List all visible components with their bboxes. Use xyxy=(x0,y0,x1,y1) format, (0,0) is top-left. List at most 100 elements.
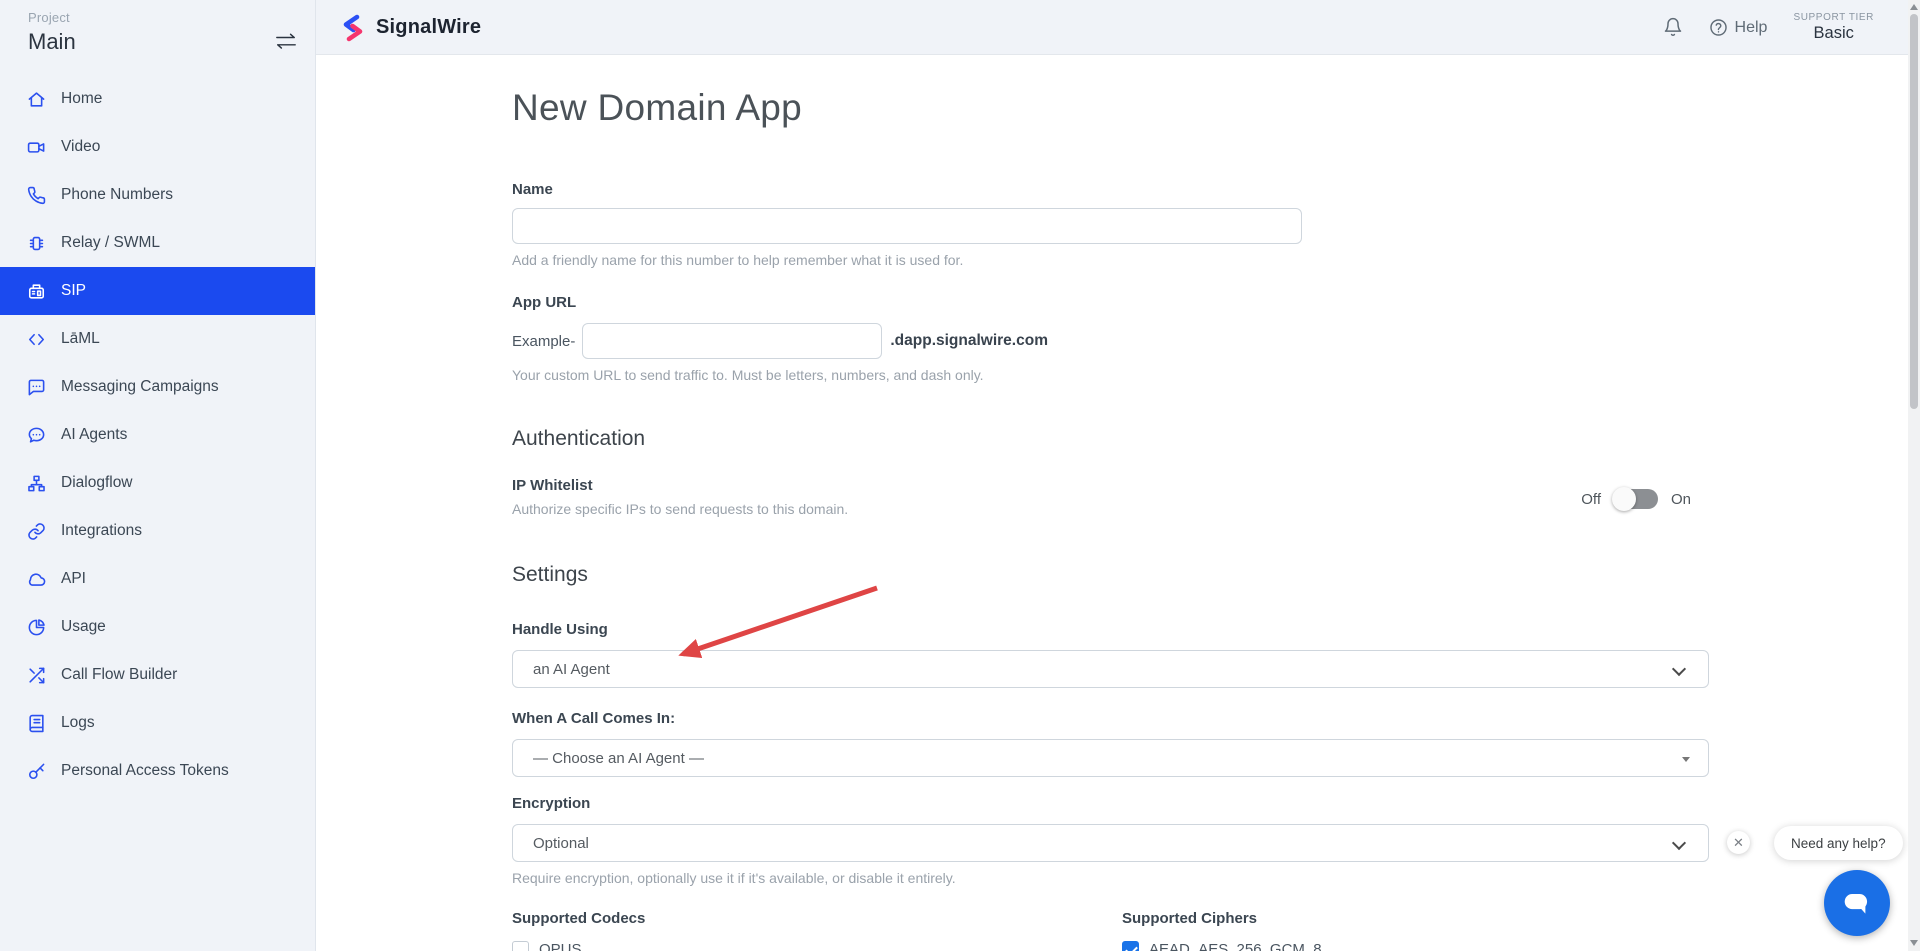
handle-using-select[interactable]: an AI Agent xyxy=(512,650,1709,688)
encryption-helper: Require encryption, optionally use it if… xyxy=(512,870,1709,886)
chevron-down-icon xyxy=(1672,836,1686,850)
shuffle-icon xyxy=(27,666,46,685)
sidebar-item-dialogflow[interactable]: Dialogflow xyxy=(0,459,315,507)
sidebar-item-label: SIP xyxy=(61,282,86,300)
call-comes-in-value: — Choose an AI Agent — xyxy=(533,750,704,767)
sidebar-item-api[interactable]: API xyxy=(0,555,315,603)
sidebar-item-messaging-campaigns[interactable]: Messaging Campaigns xyxy=(0,363,315,411)
supported-ciphers-label: Supported Ciphers xyxy=(1122,910,1257,927)
supported-codecs-label: Supported Codecs xyxy=(512,910,645,927)
ip-whitelist-toggle[interactable] xyxy=(1614,489,1658,509)
support-tier: SUPPORT TIER Basic xyxy=(1793,12,1874,42)
call-comes-in-label: When A Call Comes In: xyxy=(512,710,1709,727)
sidebar-item-ai-agents[interactable]: AI Agents xyxy=(0,411,315,459)
help-label: Help xyxy=(1735,19,1768,37)
codec-option-opus[interactable]: OPUS xyxy=(512,941,1122,951)
home-icon xyxy=(27,90,46,109)
sidebar-item-phone-numbers[interactable]: Phone Numbers xyxy=(0,171,315,219)
sidebar-item-label: Home xyxy=(61,90,102,108)
encryption-label: Encryption xyxy=(512,795,1709,812)
ip-whitelist-toggle-group: Off On xyxy=(1581,481,1691,517)
name-field-group: Name Add a friendly name for this number… xyxy=(512,181,1709,268)
sidebar-item-usage[interactable]: Usage xyxy=(0,603,315,651)
name-helper: Add a friendly name for this number to h… xyxy=(512,252,1709,268)
sidebar-item-label: API xyxy=(61,570,86,588)
authentication-heading: Authentication xyxy=(512,427,1709,451)
sidebar-item-label: Relay / SWML xyxy=(61,234,160,252)
cipher-option-aead[interactable]: AEAD_AES_256_GCM_8 xyxy=(1122,941,1709,951)
scrollbar-thumb[interactable] xyxy=(1910,14,1918,409)
encryption-field-group: Encryption Optional Require encryption, … xyxy=(512,795,1709,886)
cipher-option-label: AEAD_AES_256_GCM_8 xyxy=(1149,941,1322,951)
sidebar-item-label: AI Agents xyxy=(61,426,127,444)
ip-whitelist-helper: Authorize specific IPs to send requests … xyxy=(512,501,848,517)
codec-option-label: OPUS xyxy=(539,941,582,951)
sidebar-nav: Home Video Phone Numbers Relay / SWML SI… xyxy=(0,75,315,795)
sidebar-item-label: Integrations xyxy=(61,522,142,540)
signalwire-logo-icon xyxy=(340,14,366,42)
app-url-prefix: Example- xyxy=(512,333,575,350)
cloud-icon xyxy=(27,570,46,589)
sidebar-item-label: LāML xyxy=(61,330,100,348)
ip-whitelist-row: IP Whitelist Authorize specific IPs to s… xyxy=(512,477,1709,517)
sidebar-item-sip[interactable]: SIP xyxy=(0,267,315,315)
chevron-down-icon xyxy=(1672,662,1686,676)
help-button[interactable]: Help xyxy=(1709,18,1768,37)
notifications-bell-icon[interactable] xyxy=(1663,17,1683,39)
chat-bubble-icon xyxy=(1838,884,1876,922)
app-url-suffix: .dapp.signalwire.com xyxy=(890,332,1048,350)
sidebar-item-call-flow-builder[interactable]: Call Flow Builder xyxy=(0,651,315,699)
main-content: New Domain App Name Add a friendly name … xyxy=(316,55,1908,951)
chat-tooltip-text: Need any help? xyxy=(1791,836,1886,851)
key-icon xyxy=(27,762,46,781)
scrollbar-down-arrow[interactable] xyxy=(1910,940,1918,946)
sidebar-item-label: Dialogflow xyxy=(61,474,133,492)
phone-icon xyxy=(27,186,46,205)
topbar: SignalWire Help SUPPORT TIER Basic xyxy=(316,0,1908,55)
sidebar-item-video[interactable]: Video xyxy=(0,123,315,171)
pie-chart-icon xyxy=(27,618,46,637)
dropdown-arrow-icon xyxy=(1682,757,1690,762)
app-url-helper: Your custom URL to send traffic to. Must… xyxy=(512,367,1709,383)
collapse-sidebar-icon[interactable] xyxy=(275,32,297,50)
message-icon xyxy=(27,378,46,397)
topbar-actions: Help SUPPORT TIER Basic xyxy=(1663,0,1874,55)
sidebar-item-laml[interactable]: LāML xyxy=(0,315,315,363)
question-circle-icon xyxy=(1709,18,1728,37)
sidebar-item-personal-access-tokens[interactable]: Personal Access Tokens xyxy=(0,747,315,795)
sidebar-item-label: Logs xyxy=(61,714,95,732)
sidebar: Project Main Home Video Phone Numbers Re… xyxy=(0,0,316,951)
book-icon xyxy=(27,714,46,733)
brand-logo[interactable]: SignalWire xyxy=(340,0,481,55)
name-input[interactable] xyxy=(512,208,1302,244)
chip-icon xyxy=(27,234,46,253)
video-icon xyxy=(27,138,46,157)
close-icon: ✕ xyxy=(1733,835,1744,851)
toggle-off-label: Off xyxy=(1581,491,1601,508)
toggle-knob xyxy=(1612,487,1636,511)
call-comes-in-select[interactable]: — Choose an AI Agent — xyxy=(512,739,1709,777)
app-url-field-group: App URL Example- .dapp.signalwire.com Yo… xyxy=(512,294,1709,383)
toggle-on-label: On xyxy=(1671,491,1691,508)
page-scrollbar[interactable] xyxy=(1908,0,1920,951)
sidebar-item-logs[interactable]: Logs xyxy=(0,699,315,747)
encryption-select[interactable]: Optional xyxy=(512,824,1709,862)
sidebar-item-label: Usage xyxy=(61,618,106,636)
page-title: New Domain App xyxy=(512,87,1709,129)
sidebar-item-relay-swml[interactable]: Relay / SWML xyxy=(0,219,315,267)
sidebar-item-label: Personal Access Tokens xyxy=(61,762,229,780)
sidebar-item-home[interactable]: Home xyxy=(0,75,315,123)
support-tier-value: Basic xyxy=(1793,24,1874,43)
project-name[interactable]: Main xyxy=(28,29,287,55)
link-icon xyxy=(27,522,46,541)
sidebar-item-integrations[interactable]: Integrations xyxy=(0,507,315,555)
app-url-input[interactable] xyxy=(582,323,882,359)
checkbox-unchecked[interactable] xyxy=(512,941,529,951)
handle-using-value: an AI Agent xyxy=(533,661,610,678)
checkbox-checked[interactable] xyxy=(1122,941,1139,951)
scrollbar-up-arrow[interactable] xyxy=(1910,4,1918,10)
sidebar-item-label: Video xyxy=(61,138,100,156)
chat-tooltip-close-button[interactable]: ✕ xyxy=(1727,831,1750,854)
chat-launcher-button[interactable] xyxy=(1824,870,1890,936)
name-label: Name xyxy=(512,181,1709,198)
